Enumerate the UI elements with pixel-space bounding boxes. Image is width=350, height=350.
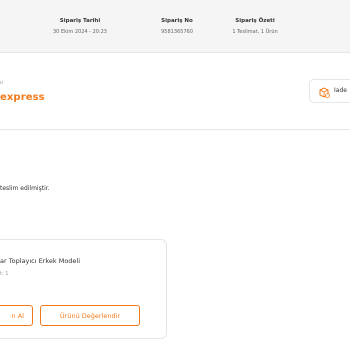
order-number-column: Sipariş No 9581365760 [132, 18, 222, 35]
return-button-label: Iade [334, 87, 347, 94]
order-date-value: 30 Ekim 2024 - 20:23 [53, 29, 107, 35]
review-product-button[interactable]: Ürünü Değerlendir [40, 305, 140, 326]
buy-again-label: n Al [11, 311, 24, 320]
seller-section: sı express [0, 73, 350, 130]
order-summary-column: Sipariş Özeti 1 Teslimat, 1 Ürün [210, 18, 300, 35]
buy-again-button[interactable]: n Al [0, 305, 33, 326]
order-date-label: Sipariş Tarihi [59, 18, 101, 24]
review-product-label: Ürünü Değerlendir [59, 311, 121, 320]
order-number-label: Sipariş No [161, 18, 193, 24]
order-number-value: 9581365760 [161, 29, 193, 35]
return-box-icon [319, 87, 330, 98]
order-summary-value: 1 Teslimat, 1 Ürün [232, 29, 278, 35]
product-name[interactable]: ar Toplayıcı Erkek Modeli [0, 257, 80, 265]
order-summary-header: Sipariş Tarihi 30 Ekim 2024 - 20:23 Sipa… [0, 0, 350, 53]
seller-name[interactable]: express [0, 92, 45, 103]
order-summary-label: Sipariş Özeti [235, 18, 275, 24]
seller-label: sı [0, 80, 3, 86]
order-date-column: Sipariş Tarihi 30 Ekim 2024 - 20:23 [35, 18, 125, 35]
delivery-status-text: teslim edilmiştir. [0, 185, 50, 192]
return-button[interactable]: Iade [309, 79, 350, 103]
product-quantity: t: 1 [0, 271, 9, 277]
